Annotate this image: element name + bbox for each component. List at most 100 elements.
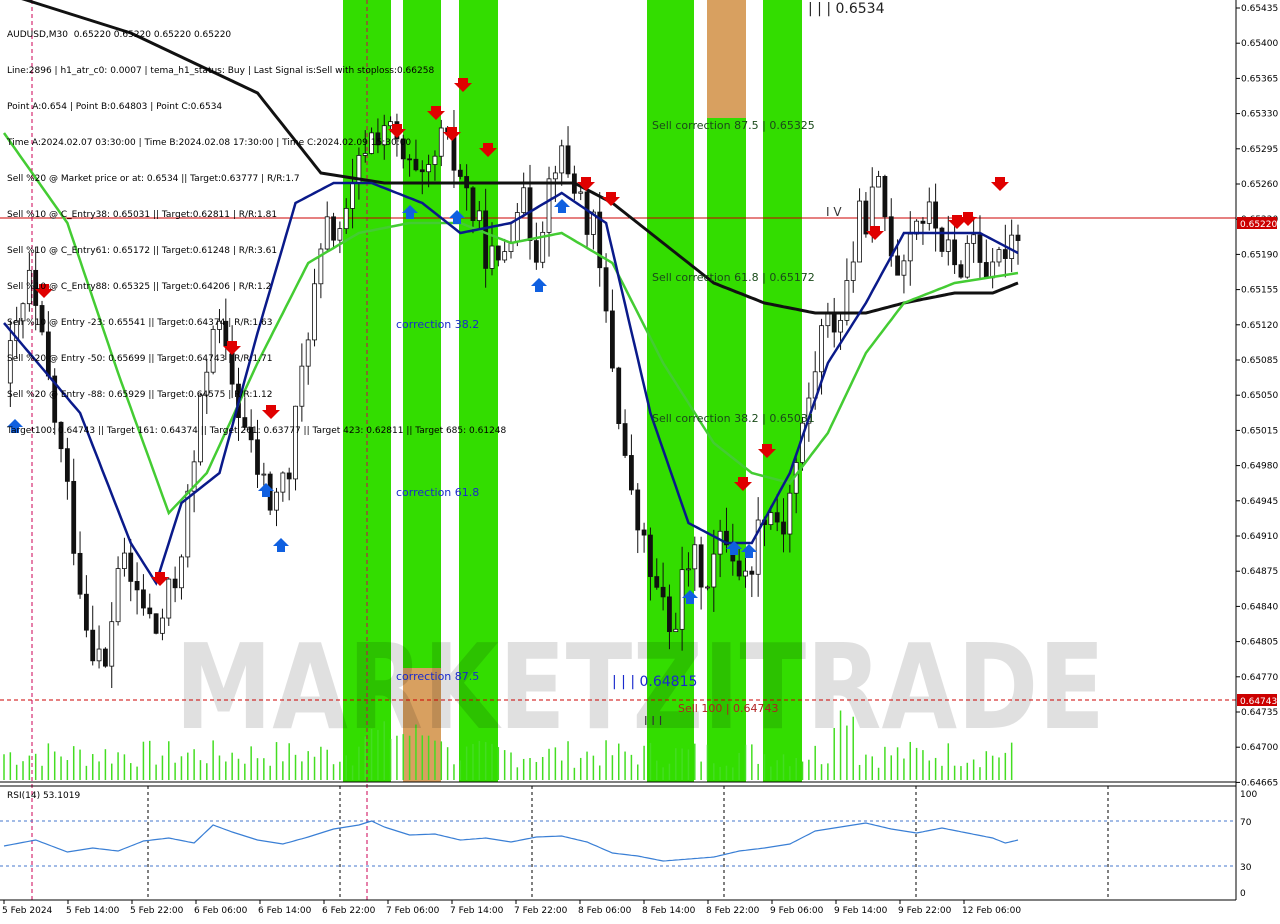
- price-tick-label: 0.64980: [1241, 462, 1278, 472]
- time-tick-label: 8 Feb 22:00: [706, 906, 760, 916]
- candle-body: [933, 201, 939, 229]
- candle-body: [629, 455, 634, 491]
- candle-body: [768, 512, 774, 526]
- candle-body: [686, 568, 691, 571]
- candle-body: [96, 648, 102, 662]
- candle-body: [895, 255, 900, 276]
- candle-body: [166, 578, 172, 619]
- price-tick-label: 0.65365: [1241, 74, 1278, 84]
- candle-body: [667, 596, 672, 633]
- candle-body: [857, 200, 862, 263]
- info-line: Point A:0.654 | Point B:0.64803 | Point …: [7, 102, 223, 112]
- candle-body: [153, 613, 159, 634]
- price-tick-label: 0.65260: [1241, 180, 1278, 190]
- price-tick-label: 0.65085: [1241, 356, 1278, 366]
- current-price-tag-text: 0.65220: [1240, 220, 1277, 230]
- info-line: Sell %20 @ Entry -88: 0.65929 || Target:…: [7, 390, 273, 400]
- price-tick-label: 0.65295: [1241, 145, 1278, 155]
- point-b-label: | | | 0.64815: [612, 674, 697, 690]
- candle-body: [274, 491, 279, 511]
- time-tick-label: 5 Feb 22:00: [130, 906, 184, 916]
- target-price-tag-text: 0.64743: [1240, 697, 1277, 707]
- candle-body: [705, 586, 710, 589]
- candle-body: [546, 178, 552, 233]
- wave-iii-label: I I I: [644, 714, 662, 728]
- candle-body: [977, 234, 983, 263]
- candle-body: [603, 267, 609, 312]
- sell-correction-875-label: Sell correction 87.5 | 0.65325: [652, 119, 815, 132]
- info-line: Sell %10 @ Entry -23: 0.65541 || Target:…: [7, 318, 273, 328]
- candle-body: [147, 607, 153, 615]
- candle-body: [901, 260, 907, 276]
- chart-window[interactable]: MARKETZITRADE | | | 0.6534 | | | 0.64815…: [0, 0, 1280, 920]
- price-tick-label: 0.65155: [1241, 286, 1278, 296]
- price-tick-label: 0.65050: [1241, 391, 1278, 401]
- candle-body: [610, 310, 615, 369]
- candle-body: [882, 176, 888, 218]
- candle-body: [172, 578, 178, 589]
- rsi-label: RSI(14) 53.1019: [7, 791, 80, 801]
- price-tick-label: 0.65435: [1241, 4, 1278, 14]
- candle-body: [711, 553, 717, 588]
- sell-100-label: Sell 100 | 0.64743: [678, 702, 779, 715]
- candle-body: [831, 312, 837, 333]
- candle-body: [103, 648, 108, 667]
- time-tick-label: 9 Feb 14:00: [834, 906, 888, 916]
- candle-body: [1002, 249, 1008, 259]
- price-tick-label: 0.64875: [1241, 567, 1278, 577]
- candle-body: [83, 593, 89, 631]
- price-tick-label: 0.64910: [1241, 532, 1278, 542]
- candle-body: [286, 472, 292, 480]
- time-tick-label: 8 Feb 14:00: [642, 906, 696, 916]
- price-tick-label: 0.64770: [1241, 673, 1278, 683]
- candle-body: [971, 234, 977, 244]
- price-tick-label: 0.64945: [1241, 497, 1278, 507]
- candle-body: [850, 261, 856, 281]
- time-tick-label: 6 Feb 06:00: [194, 906, 248, 916]
- candle-body: [819, 325, 824, 373]
- candle-body: [787, 492, 793, 535]
- candle-body: [660, 586, 666, 598]
- candle-body: [559, 145, 565, 174]
- candle-body: [1009, 234, 1015, 259]
- time-tick-label: 5 Feb 14:00: [66, 906, 120, 916]
- price-tick-label: 0.65190: [1241, 250, 1278, 260]
- candle-body: [179, 556, 184, 589]
- time-tick-label: 7 Feb 14:00: [450, 906, 504, 916]
- candle-body: [1015, 234, 1021, 241]
- candle-body: [952, 239, 958, 266]
- candle-body: [926, 201, 932, 224]
- candle-body: [280, 472, 286, 493]
- info-panel: AUDUSD,M30 0.65220 0.65220 0.65220 0.652…: [7, 5, 506, 449]
- price-tick-label: 0.64805: [1241, 638, 1278, 648]
- price-tick-label: 0.64735: [1241, 708, 1278, 718]
- candle-body: [717, 530, 723, 555]
- time-tick-label: 6 Feb 22:00: [322, 906, 376, 916]
- candle-body: [71, 480, 77, 554]
- candle-body: [654, 576, 660, 588]
- time-tick-label: 9 Feb 22:00: [898, 906, 952, 916]
- info-line: Target100: 0.64743 || Target 161: 0.6437…: [7, 426, 507, 436]
- candle-body: [565, 145, 571, 175]
- candle-body: [521, 187, 527, 213]
- orange-zone: [707, 0, 746, 118]
- candle-body: [641, 529, 647, 536]
- candle-body: [838, 319, 843, 333]
- candle-body: [622, 423, 628, 456]
- candle-body: [648, 534, 653, 577]
- time-tick-label: 7 Feb 06:00: [386, 906, 440, 916]
- info-line: Sell %10 @ C_Entry88: 0.65325 || Target:…: [7, 282, 272, 292]
- candle-body: [698, 544, 704, 588]
- rsi-level-30-label: 30: [1240, 863, 1252, 873]
- candle-body: [673, 628, 679, 633]
- candle-body: [552, 172, 558, 180]
- info-line: Sell %10 @ C_Entry61: 0.65172 || Target:…: [7, 246, 278, 256]
- candle-body: [774, 512, 780, 523]
- price-tick-label: 0.65400: [1241, 39, 1278, 49]
- candle-body: [584, 191, 590, 235]
- candle-body: [578, 191, 584, 194]
- candle-body: [90, 629, 96, 662]
- candle-body: [115, 568, 121, 623]
- correction-618-label: correction 61.8: [396, 486, 479, 499]
- rsi-level-100-label: 100: [1240, 790, 1257, 800]
